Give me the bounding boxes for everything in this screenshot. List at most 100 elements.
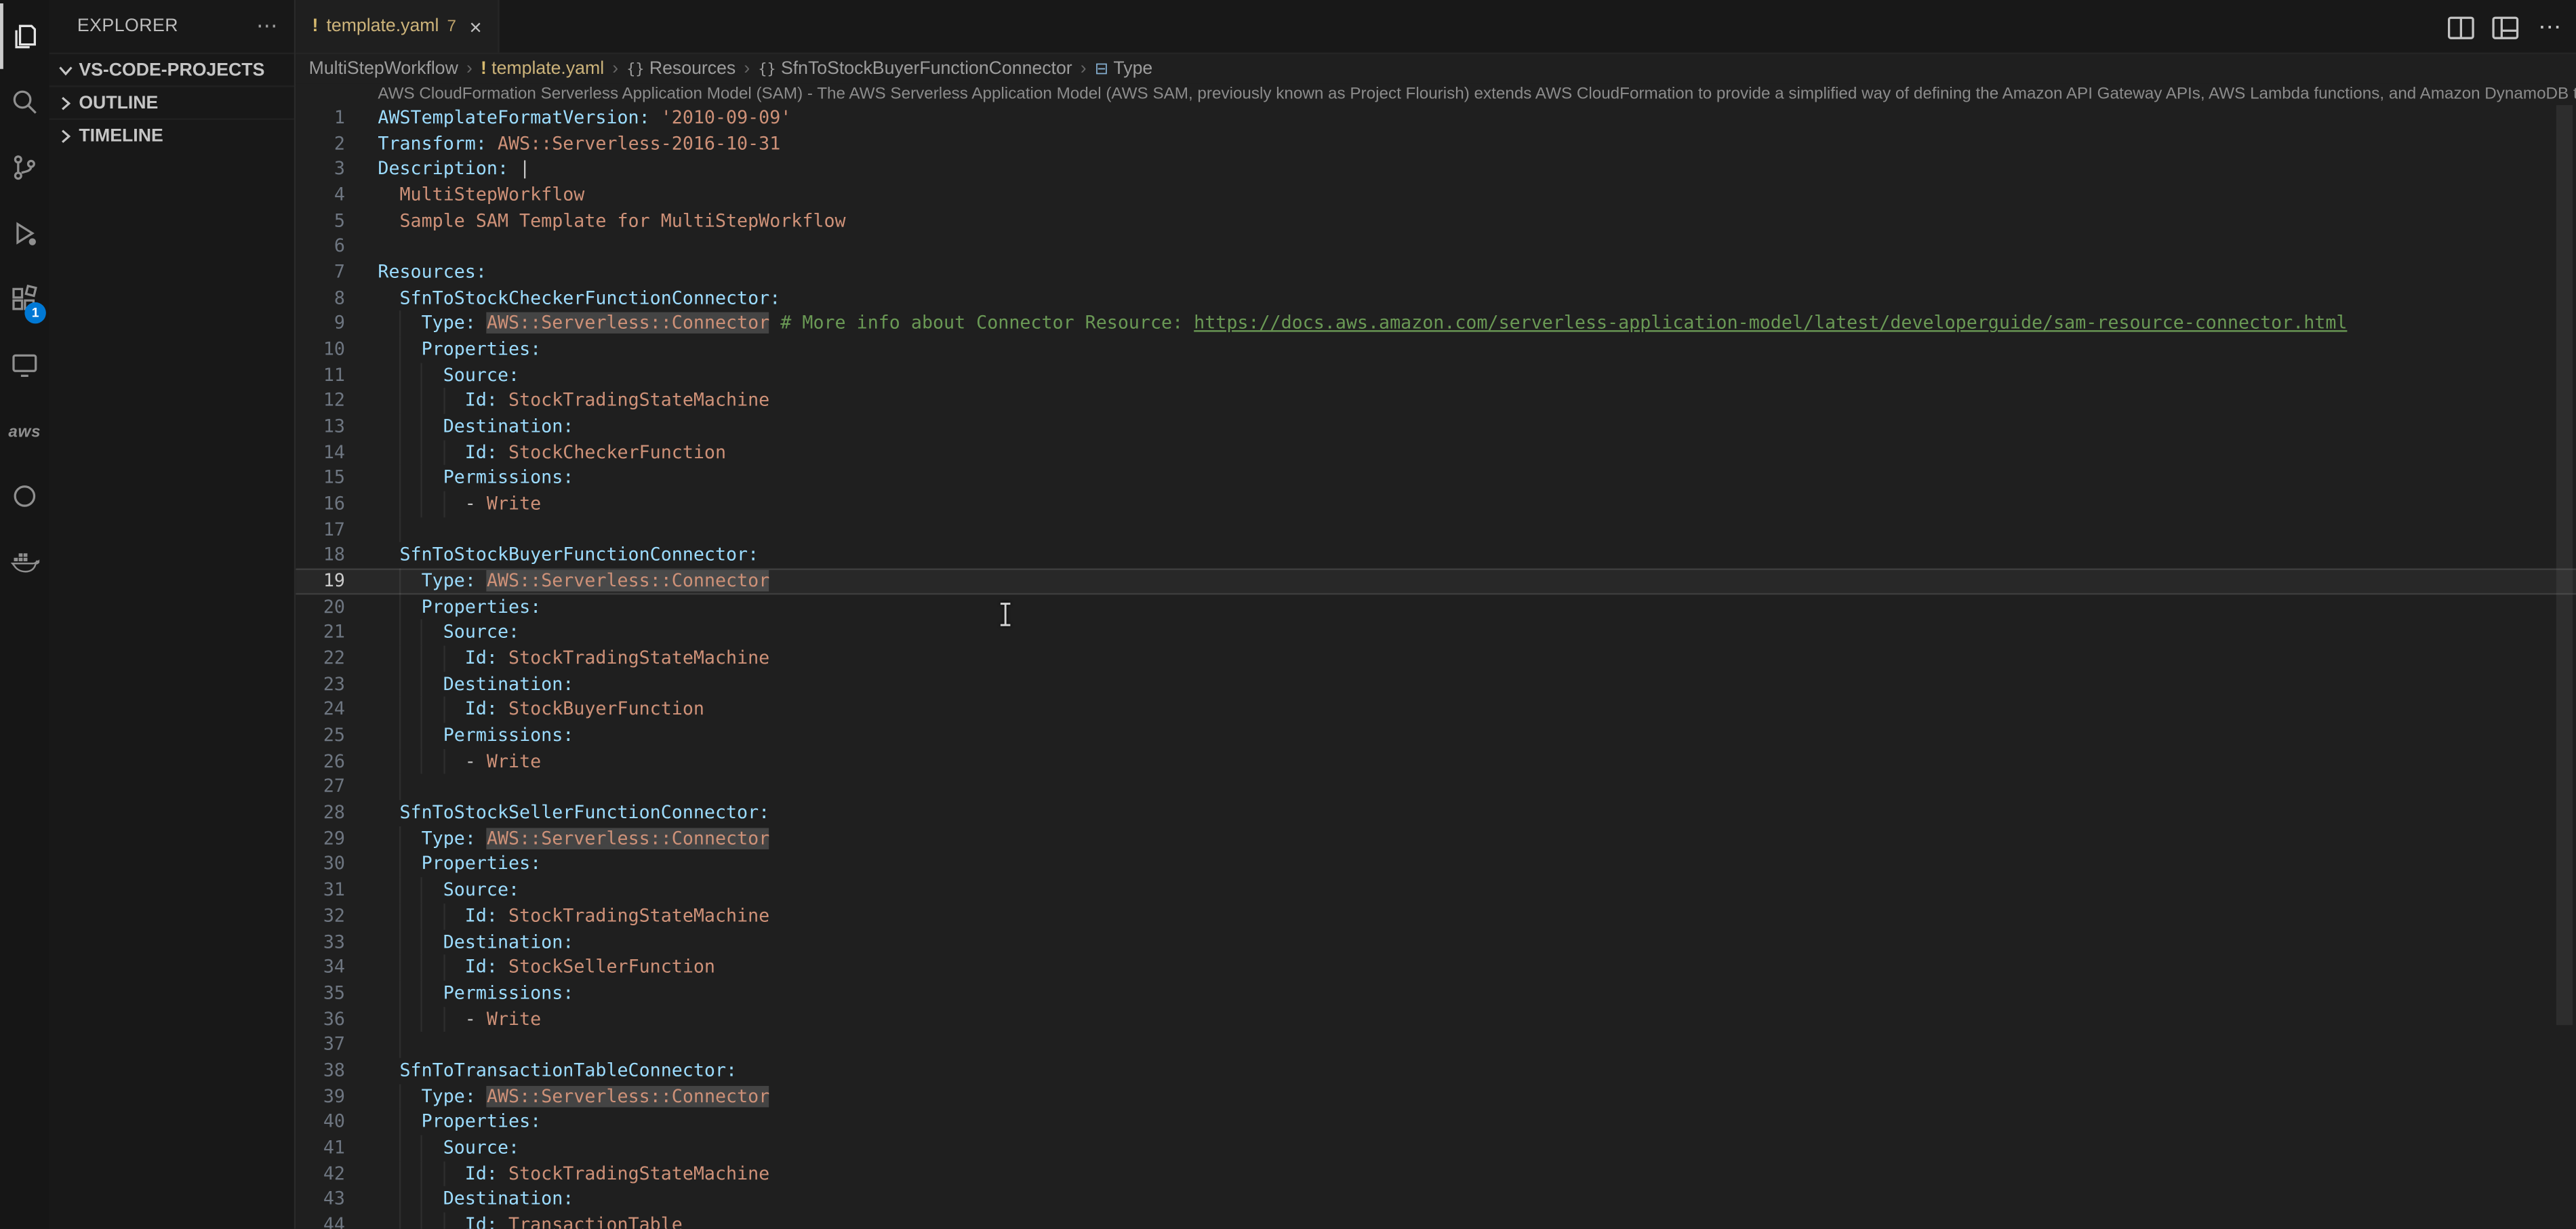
code-line-28[interactable]: 28 SfnToStockSellerFunctionConnector: bbox=[296, 801, 2576, 826]
code-line-41[interactable]: 41 Source: bbox=[296, 1135, 2576, 1161]
comment-link[interactable]: https://docs.aws.amazon.com/serverless-a… bbox=[1194, 313, 2347, 334]
code-line-8[interactable]: 8 SfnToStockCheckerFunctionConnector: bbox=[296, 285, 2576, 311]
line-number[interactable]: 37 bbox=[296, 1032, 345, 1057]
code-line-7[interactable]: 7Resources: bbox=[296, 260, 2576, 285]
code-line-37[interactable]: 37 bbox=[296, 1032, 2576, 1057]
code-line-19[interactable]: 19 Type: AWS::Serverless::Connector bbox=[296, 569, 2576, 595]
more-actions-button[interactable]: ⋯ bbox=[2533, 11, 2566, 43]
line-number[interactable]: 22 bbox=[296, 646, 345, 672]
code-line-13[interactable]: 13 Destination: bbox=[296, 414, 2576, 440]
code-line-26[interactable]: 26 - Write bbox=[296, 749, 2576, 775]
code-line-27[interactable]: 27 bbox=[296, 775, 2576, 801]
activity-item-search[interactable] bbox=[0, 69, 49, 135]
code-line-39[interactable]: 39 Type: AWS::Serverless::Connector bbox=[296, 1083, 2576, 1109]
code-line-3[interactable]: 3Description: | bbox=[296, 157, 2576, 182]
code-line-42[interactable]: 42 Id: StockTradingStateMachine bbox=[296, 1161, 2576, 1186]
line-number[interactable]: 25 bbox=[296, 723, 345, 749]
line-number[interactable]: 8 bbox=[296, 285, 345, 311]
sidebar-more-actions-icon[interactable]: ⋯ bbox=[256, 13, 278, 39]
line-number[interactable]: 35 bbox=[296, 980, 345, 1006]
close-tab-button[interactable]: × bbox=[469, 14, 481, 39]
activity-item-docker[interactable] bbox=[0, 529, 49, 595]
code-line-22[interactable]: 22 Id: StockTradingStateMachine bbox=[296, 646, 2576, 672]
line-number[interactable]: 7 bbox=[296, 260, 345, 285]
code-line-36[interactable]: 36 - Write bbox=[296, 1006, 2576, 1032]
line-number[interactable]: 44 bbox=[296, 1212, 345, 1228]
code-line-20[interactable]: 20 Properties: bbox=[296, 595, 2576, 620]
code-line-6[interactable]: 6 bbox=[296, 234, 2576, 260]
line-number[interactable]: 18 bbox=[296, 543, 345, 569]
code-line-23[interactable]: 23 Destination: bbox=[296, 672, 2576, 698]
code-line-12[interactable]: 12 Id: StockTradingStateMachine bbox=[296, 388, 2576, 414]
line-number[interactable]: 17 bbox=[296, 517, 345, 543]
line-number[interactable]: 20 bbox=[296, 595, 345, 620]
line-number[interactable]: 2 bbox=[296, 131, 345, 157]
code-line-33[interactable]: 33 Destination: bbox=[296, 929, 2576, 954]
breadcrumb-item-type[interactable]: ⊟Type bbox=[1095, 59, 1152, 79]
code-line-43[interactable]: 43 Destination: bbox=[296, 1186, 2576, 1212]
editor-scrollbar[interactable] bbox=[2553, 85, 2576, 1229]
line-number[interactable]: 30 bbox=[296, 852, 345, 878]
breadcrumb-item-sfntostockbuyerfunctionconnector[interactable]: {}SfnToStockBuyerFunctionConnector bbox=[758, 59, 1072, 79]
code-line-5[interactable]: 5 Sample SAM Template for MultiStepWorkf… bbox=[296, 208, 2576, 234]
activity-item-codewhisperer[interactable] bbox=[0, 463, 49, 529]
activity-item-aws[interactable]: aws bbox=[0, 397, 49, 463]
code-line-30[interactable]: 30 Properties: bbox=[296, 852, 2576, 878]
line-number[interactable]: 28 bbox=[296, 801, 345, 826]
code-line-24[interactable]: 24 Id: StockBuyerFunction bbox=[296, 698, 2576, 723]
sidebar-section-timeline[interactable]: TIMELINE bbox=[49, 118, 294, 150]
activity-item-extensions[interactable]: 1 bbox=[0, 266, 49, 332]
code-line-35[interactable]: 35 Permissions: bbox=[296, 980, 2576, 1006]
code-line-44[interactable]: 44 Id: TransactionTable bbox=[296, 1212, 2576, 1228]
line-number[interactable]: 33 bbox=[296, 929, 345, 954]
line-number[interactable]: 16 bbox=[296, 491, 345, 517]
code-line-29[interactable]: 29 Type: AWS::Serverless::Connector bbox=[296, 826, 2576, 852]
line-number[interactable]: 9 bbox=[296, 311, 345, 337]
sidebar-section-outline[interactable]: OUTLINE bbox=[49, 85, 294, 118]
activity-item-remote-explorer[interactable] bbox=[0, 332, 49, 398]
line-number[interactable]: 24 bbox=[296, 698, 345, 723]
line-number[interactable]: 13 bbox=[296, 414, 345, 440]
scrollbar-thumb[interactable] bbox=[2556, 105, 2573, 1025]
code-line-18[interactable]: 18 SfnToStockBuyerFunctionConnector: bbox=[296, 543, 2576, 569]
line-number[interactable]: 41 bbox=[296, 1135, 345, 1161]
line-number[interactable]: 39 bbox=[296, 1083, 345, 1109]
line-number[interactable]: 38 bbox=[296, 1057, 345, 1083]
code-line-16[interactable]: 16 - Write bbox=[296, 491, 2576, 517]
code-line-1[interactable]: 1AWSTemplateFormatVersion: '2010-09-09' bbox=[296, 105, 2576, 131]
line-number[interactable]: 26 bbox=[296, 749, 345, 775]
line-number[interactable]: 14 bbox=[296, 440, 345, 466]
breadcrumb-item-template.yaml[interactable]: !template.yaml bbox=[481, 59, 604, 79]
breadcrumb-item-resources[interactable]: {}Resources bbox=[626, 59, 736, 79]
activity-item-explorer[interactable] bbox=[0, 3, 49, 69]
line-number[interactable]: 43 bbox=[296, 1186, 345, 1212]
line-number[interactable]: 42 bbox=[296, 1161, 345, 1186]
code-line-2[interactable]: 2Transform: AWS::Serverless-2016-10-31 bbox=[296, 131, 2576, 157]
code-line-15[interactable]: 15 Permissions: bbox=[296, 466, 2576, 491]
code-line-17[interactable]: 17 bbox=[296, 517, 2576, 543]
line-number[interactable]: 1 bbox=[296, 105, 345, 131]
code-line-25[interactable]: 25 Permissions: bbox=[296, 723, 2576, 749]
line-number[interactable]: 40 bbox=[296, 1109, 345, 1135]
line-number[interactable]: 12 bbox=[296, 388, 345, 414]
code-line-31[interactable]: 31 Source: bbox=[296, 878, 2576, 904]
code-line-38[interactable]: 38 SfnToTransactionTableConnector: bbox=[296, 1057, 2576, 1083]
sidebar-section-vs-code-projects[interactable]: VS-CODE-PROJECTS bbox=[49, 53, 294, 85]
line-number[interactable]: 27 bbox=[296, 775, 345, 801]
line-number[interactable]: 32 bbox=[296, 903, 345, 929]
code-line-11[interactable]: 11 Source: bbox=[296, 363, 2576, 388]
line-number[interactable]: 4 bbox=[296, 182, 345, 208]
line-number[interactable]: 15 bbox=[296, 466, 345, 491]
line-number[interactable]: 21 bbox=[296, 620, 345, 646]
code-line-21[interactable]: 21 Source: bbox=[296, 620, 2576, 646]
line-number[interactable]: 19 bbox=[296, 569, 345, 595]
breadcrumb-item-multistepworkflow[interactable]: MultiStepWorkflow bbox=[309, 59, 458, 79]
line-number[interactable]: 11 bbox=[296, 363, 345, 388]
tab-template-yaml[interactable]: ! template.yaml 7 × bbox=[296, 0, 500, 53]
code-line-34[interactable]: 34 Id: StockSellerFunction bbox=[296, 954, 2576, 980]
line-number[interactable]: 36 bbox=[296, 1006, 345, 1032]
customize-layout-button[interactable] bbox=[2489, 11, 2522, 43]
line-number[interactable]: 5 bbox=[296, 208, 345, 234]
line-number[interactable]: 23 bbox=[296, 672, 345, 698]
code-line-9[interactable]: 9 Type: AWS::Serverless::Connector # Mor… bbox=[296, 311, 2576, 337]
